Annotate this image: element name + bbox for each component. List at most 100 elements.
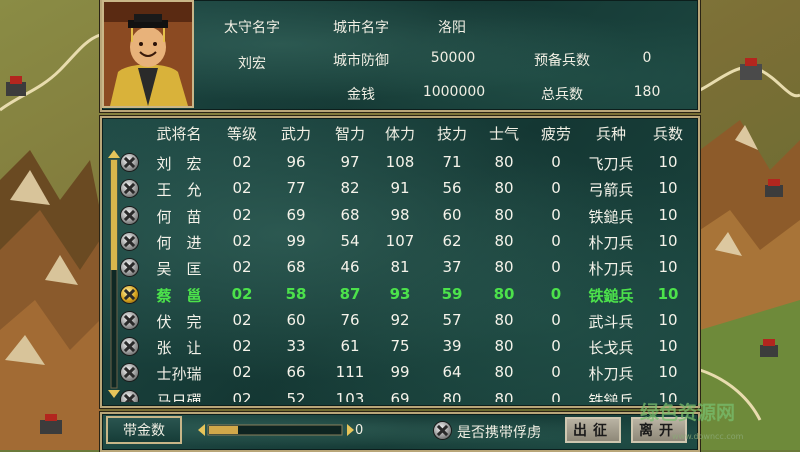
cell-troops: 10 — [658, 179, 678, 198]
cell-morale: 80 — [494, 205, 514, 224]
roster-row[interactable]: 伏 完 02 60 76 92 57 80 0 武斗兵 10 — [104, 307, 692, 333]
dismiss-icon[interactable] — [121, 311, 138, 329]
gold-carry-label: 带金数 — [123, 423, 165, 439]
header-troops: 兵数 — [652, 125, 683, 143]
roster-row[interactable]: 马日磾 02 52 103 69 80 80 0 铁鎚兵 10 — [104, 386, 692, 402]
cell-fatigue: 0 — [551, 205, 561, 224]
cell-general-name: 蔡 邕 — [156, 286, 202, 305]
cell-skill: 80 — [442, 389, 462, 402]
governor-label: 太守名字 — [224, 20, 280, 36]
roster-row[interactable]: 何 进 02 99 54 107 62 80 0 朴刀兵 10 — [104, 228, 692, 254]
cell-intellect: 103 — [335, 389, 365, 402]
cell-strength: 60 — [286, 310, 306, 329]
cell-intellect: 61 — [340, 337, 360, 356]
cell-intellect: 68 — [340, 205, 360, 224]
roster-row[interactable]: 刘 宏 02 96 97 108 71 80 0 飞刀兵 10 — [104, 149, 692, 175]
cell-morale: 80 — [494, 337, 514, 356]
cell-unit-type: 飞刀兵 — [588, 155, 634, 173]
dismiss-icon[interactable] — [121, 338, 138, 356]
cell-intellect: 82 — [340, 179, 360, 198]
reserve-label: 预备兵数 — [534, 53, 590, 69]
dismiss-icon[interactable] — [121, 154, 138, 171]
cell-fatigue: 0 — [551, 258, 561, 277]
cell-stamina: 93 — [389, 284, 411, 303]
prisoner-toggle-icon[interactable] — [434, 422, 451, 439]
cell-unit-type: 朴刀兵 — [588, 233, 634, 252]
cell-intellect: 111 — [335, 363, 365, 382]
cell-unit-type: 弓箭兵 — [588, 181, 634, 200]
cell-intellect: 97 — [340, 153, 360, 171]
dismiss-icon[interactable] — [121, 390, 138, 402]
gold-carry-slider[interactable] — [196, 422, 356, 438]
city-label: 城市名字 — [333, 20, 389, 36]
cell-unit-type: 朴刀兵 — [588, 260, 634, 279]
depart-button[interactable]: 出征 — [565, 417, 621, 443]
cell-morale: 80 — [494, 310, 514, 329]
cell-intellect: 87 — [339, 284, 361, 303]
governor-name: 刘宏 — [238, 56, 266, 72]
roster-row[interactable]: 何 苗 02 69 68 98 60 80 0 铁鎚兵 10 — [104, 202, 692, 228]
cell-general-name: 何 苗 — [156, 207, 202, 226]
cell-stamina: 107 — [385, 231, 415, 250]
dismiss-icon[interactable] — [121, 232, 138, 250]
cell-skill: 37 — [442, 258, 462, 277]
header-morale: 士气 — [488, 125, 519, 143]
cell-fatigue: 0 — [551, 153, 561, 171]
roster-row[interactable]: 张 让 02 33 61 75 39 80 0 长戈兵 10 — [104, 333, 692, 359]
cell-fatigue: 0 — [551, 389, 561, 402]
prisoner-label: 是否携带俘虏 — [457, 425, 541, 441]
cell-intellect: 76 — [340, 310, 360, 329]
watermark-logo: 绿色资源网 — [640, 402, 736, 424]
scroll-up-icon — [108, 150, 120, 158]
slider-right-icon — [347, 424, 354, 436]
cell-morale: 80 — [494, 179, 514, 198]
cell-troops: 10 — [658, 337, 678, 356]
watermark-url: www.downcc.com — [672, 432, 744, 441]
defense-value: 50000 — [430, 50, 476, 66]
header-level: 等级 — [226, 125, 257, 143]
cell-level: 02 — [232, 258, 252, 277]
roster-row[interactable]: 吴 匡 02 68 46 81 37 80 0 朴刀兵 10 — [104, 254, 692, 280]
cell-level: 02 — [231, 284, 253, 303]
cell-level: 02 — [232, 179, 252, 198]
dismiss-icon[interactable] — [121, 259, 138, 277]
dismiss-icon[interactable] — [121, 364, 138, 382]
dismiss-icon[interactable] — [121, 285, 138, 303]
cell-fatigue: 0 — [551, 231, 561, 250]
scroll-thumb — [111, 160, 117, 270]
cell-skill: 71 — [442, 153, 462, 171]
dismiss-icon[interactable] — [121, 180, 138, 198]
cell-strength: 99 — [286, 231, 306, 250]
roster-row[interactable]: 士孙瑞 02 66 111 99 64 80 0 朴刀兵 10 — [104, 359, 692, 385]
cell-fatigue: 0 — [551, 310, 561, 329]
header-stamina: 体力 — [384, 125, 415, 143]
cell-strength: 68 — [286, 258, 306, 277]
roster-row[interactable]: 王 允 02 77 82 91 56 80 0 弓箭兵 10 — [104, 175, 692, 201]
cell-stamina: 99 — [390, 363, 410, 382]
cell-unit-type: 铁鎚兵 — [588, 391, 634, 402]
cell-strength: 77 — [286, 179, 306, 198]
cell-level: 02 — [232, 337, 252, 356]
dismiss-icon[interactable] — [121, 206, 138, 224]
cell-troops: 10 — [658, 258, 678, 277]
cell-troops: 10 — [658, 310, 678, 329]
cell-stamina: 75 — [390, 337, 410, 356]
cell-troops: 10 — [657, 284, 679, 303]
roster-scrollbar[interactable] — [108, 150, 120, 398]
governor-portrait — [102, 0, 194, 108]
header-name: 武将名 — [156, 125, 202, 143]
cell-level: 02 — [232, 153, 252, 171]
cell-morale: 80 — [494, 258, 514, 277]
cell-skill: 39 — [442, 337, 462, 356]
gold-carry-label-box: 带金数 — [106, 416, 182, 444]
cell-fatigue: 0 — [550, 284, 562, 303]
cell-morale: 80 — [493, 284, 515, 303]
cell-stamina: 92 — [390, 310, 410, 329]
city-name: 洛阳 — [438, 20, 466, 36]
roster-row[interactable]: 蔡 邕 02 58 87 93 59 80 0 铁鎚兵 10 — [104, 281, 692, 307]
cell-unit-type: 铁鎚兵 — [588, 207, 634, 226]
cell-skill: 64 — [442, 363, 462, 382]
cell-general-name: 伏 完 — [156, 312, 202, 331]
cell-troops: 10 — [658, 231, 678, 250]
cell-strength: 96 — [286, 153, 306, 171]
